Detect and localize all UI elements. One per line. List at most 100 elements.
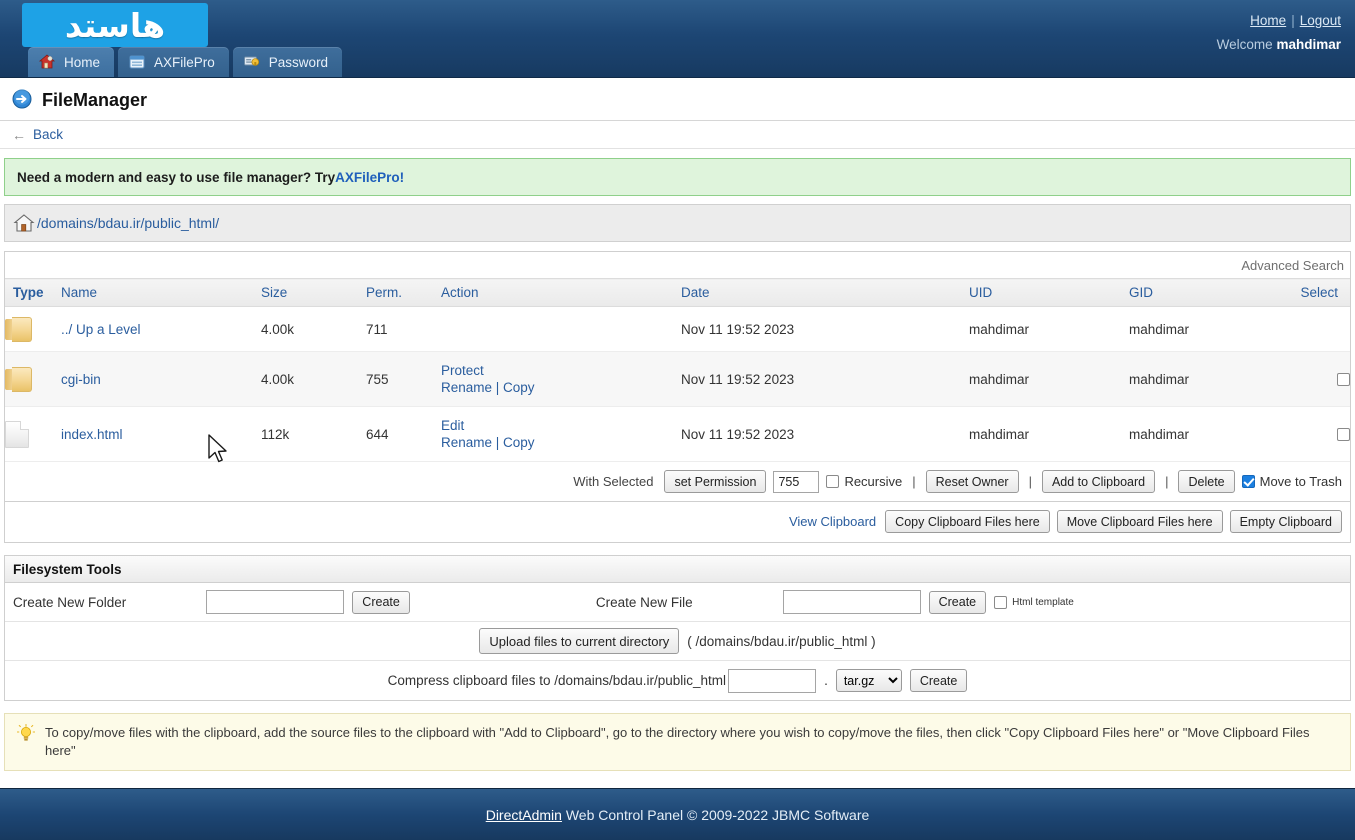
cell-size: 112k bbox=[261, 406, 366, 462]
file-name-link[interactable]: cgi-bin bbox=[61, 372, 101, 387]
filesystem-tools-heading: Filesystem Tools bbox=[5, 556, 1350, 583]
top-header-bar: هاستد Home AXFilePro Password Home | Log… bbox=[0, 0, 1355, 78]
create-new-file-input[interactable] bbox=[782, 590, 921, 614]
cell-type bbox=[5, 351, 61, 407]
create-new-folder-input[interactable] bbox=[206, 590, 345, 614]
cell-action: Edit Rename | Copy bbox=[441, 406, 681, 462]
password-icon bbox=[243, 53, 261, 71]
tab-password[interactable]: Password bbox=[232, 47, 343, 77]
path-link[interactable]: /domains/bdau.ir/public_html/ bbox=[37, 215, 219, 231]
welcome-username: mahdimar bbox=[1276, 37, 1341, 52]
arrow-circle-icon bbox=[12, 88, 32, 112]
move-to-trash-checkbox[interactable] bbox=[1241, 475, 1255, 488]
col-size[interactable]: Size bbox=[261, 278, 366, 307]
view-clipboard-link[interactable]: View Clipboard bbox=[789, 514, 876, 529]
welcome-message: Welcome mahdimar bbox=[1217, 37, 1341, 52]
delete-button[interactable]: Delete bbox=[1178, 470, 1235, 493]
file-name-link[interactable]: ../ Up a Level bbox=[61, 322, 141, 337]
permission-input[interactable] bbox=[773, 470, 820, 493]
action-link-rename[interactable]: Rename bbox=[441, 380, 492, 395]
col-select: Select bbox=[1299, 278, 1350, 307]
cell-gid: mahdimar bbox=[1129, 351, 1299, 407]
directadmin-link[interactable]: DirectAdmin bbox=[486, 807, 562, 823]
add-to-clipboard-button[interactable]: Add to Clipboard bbox=[1041, 470, 1156, 493]
upload-path-label: ( /domains/bdau.ir/public_html ) bbox=[687, 633, 876, 649]
header-link-separator: | bbox=[1291, 13, 1295, 28]
welcome-prefix: Welcome bbox=[1216, 37, 1273, 52]
header-logout-link[interactable]: Logout bbox=[1300, 13, 1341, 28]
upload-files-button[interactable]: Upload files to current directory bbox=[479, 628, 680, 654]
header-account-links: Home | Logout Welcome mahdimar bbox=[1217, 13, 1341, 52]
cell-gid: mahdimar bbox=[1129, 306, 1299, 352]
compress-create-button[interactable]: Create bbox=[909, 669, 968, 692]
move-to-trash-group[interactable]: Move to Trash bbox=[1241, 474, 1342, 489]
create-file-button[interactable]: Create bbox=[928, 590, 987, 614]
cell-date: Nov 11 19:52 2023 bbox=[681, 351, 969, 407]
compress-label: Compress clipboard files to /domains/bda… bbox=[387, 673, 727, 688]
house-icon bbox=[38, 53, 56, 71]
action-link-copy[interactable]: Copy bbox=[503, 435, 535, 450]
file-name-link[interactable]: index.html bbox=[61, 427, 123, 442]
move-clipboard-files-here-button[interactable]: Move Clipboard Files here bbox=[1056, 510, 1223, 533]
col-name[interactable]: Name bbox=[61, 278, 261, 307]
action-link-protect[interactable]: Protect bbox=[441, 363, 484, 378]
create-new-folder-label: Create New Folder bbox=[13, 594, 127, 610]
html-template-group[interactable]: Html template bbox=[994, 595, 1074, 609]
home-folder-icon[interactable] bbox=[13, 213, 35, 233]
with-selected-label: With Selected bbox=[573, 474, 654, 489]
recursive-label: Recursive bbox=[844, 474, 903, 489]
cell-name: ../ Up a Level bbox=[61, 306, 261, 352]
action-link-copy[interactable]: Copy bbox=[503, 380, 535, 395]
file-icon bbox=[5, 420, 29, 448]
back-link[interactable]: Back bbox=[33, 127, 63, 142]
arrow-left-icon: ← bbox=[12, 126, 26, 143]
divider-1: | bbox=[912, 474, 916, 489]
cell-date: Nov 11 19:52 2023 bbox=[681, 306, 969, 352]
compress-format-select[interactable]: tar.gztar.bz2ziptar bbox=[835, 669, 902, 692]
action-link-edit[interactable]: Edit bbox=[441, 418, 464, 433]
col-date[interactable]: Date bbox=[681, 278, 969, 307]
page-title-bar: FileManager bbox=[0, 82, 1355, 118]
advanced-search-row: Advanced Search bbox=[5, 252, 1350, 278]
tab-axfilepro[interactable]: AXFilePro bbox=[118, 47, 229, 77]
clipboard-tip: To copy/move files with the clipboard, a… bbox=[4, 713, 1351, 771]
main-nav-tabs: Home AXFilePro Password bbox=[28, 47, 343, 77]
html-template-label: Html template bbox=[1012, 596, 1074, 608]
copy-clipboard-files-here-button[interactable]: Copy Clipboard Files here bbox=[885, 510, 1050, 533]
cell-date: Nov 11 19:52 2023 bbox=[681, 406, 969, 462]
col-type: Type bbox=[5, 278, 61, 307]
advanced-search-link[interactable]: Advanced Search bbox=[1241, 258, 1344, 273]
site-logo: هاستد bbox=[22, 3, 208, 47]
cell-type bbox=[5, 406, 61, 462]
action-link-rename[interactable]: Rename bbox=[441, 435, 492, 450]
row-select-checkbox[interactable] bbox=[1337, 427, 1350, 441]
compress-name-input[interactable] bbox=[728, 668, 817, 693]
create-folder-button[interactable]: Create bbox=[352, 590, 410, 614]
with-selected-toolbar: With Selected set Permission Recursive |… bbox=[5, 462, 1350, 502]
reset-owner-button[interactable]: Reset Owner bbox=[925, 470, 1019, 493]
site-logo-text: هاستد bbox=[64, 5, 166, 45]
header-home-link[interactable]: Home bbox=[1250, 13, 1286, 28]
tab-home[interactable]: Home bbox=[28, 47, 115, 77]
table-row: index.html 112k 644 Edit Rename | Copy Nov 11… bbox=[5, 406, 1350, 462]
col-perm[interactable]: Perm. bbox=[366, 278, 441, 307]
cell-size: 4.00k bbox=[261, 306, 366, 352]
notice-link[interactable]: AXFilePro! bbox=[335, 170, 404, 185]
upload-row: Upload files to current directory ( /dom… bbox=[5, 622, 1350, 661]
col-uid[interactable]: UID bbox=[969, 278, 1129, 307]
recursive-checkbox-group[interactable]: Recursive bbox=[826, 474, 902, 489]
tab-home-label: Home bbox=[64, 54, 101, 70]
empty-clipboard-button[interactable]: Empty Clipboard bbox=[1229, 510, 1342, 533]
tab-axfilepro-label: AXFilePro bbox=[154, 54, 215, 70]
cell-select bbox=[1299, 306, 1350, 352]
recursive-checkbox[interactable] bbox=[826, 475, 840, 488]
lightbulb-icon bbox=[16, 723, 36, 744]
set-permission-button[interactable]: set Permission bbox=[664, 470, 767, 493]
col-action: Action bbox=[441, 278, 681, 307]
row-select-checkbox[interactable] bbox=[1337, 372, 1350, 386]
col-gid[interactable]: GID bbox=[1129, 278, 1299, 307]
page-title: FileManager bbox=[42, 89, 148, 110]
html-template-checkbox[interactable] bbox=[994, 595, 1008, 609]
file-table-header-row: Type Name Size Perm. Action Date UID GID… bbox=[5, 278, 1350, 307]
file-table-body: ../ Up a Level 4.00k 711 Nov 11 19:52 2023 m… bbox=[5, 306, 1350, 462]
